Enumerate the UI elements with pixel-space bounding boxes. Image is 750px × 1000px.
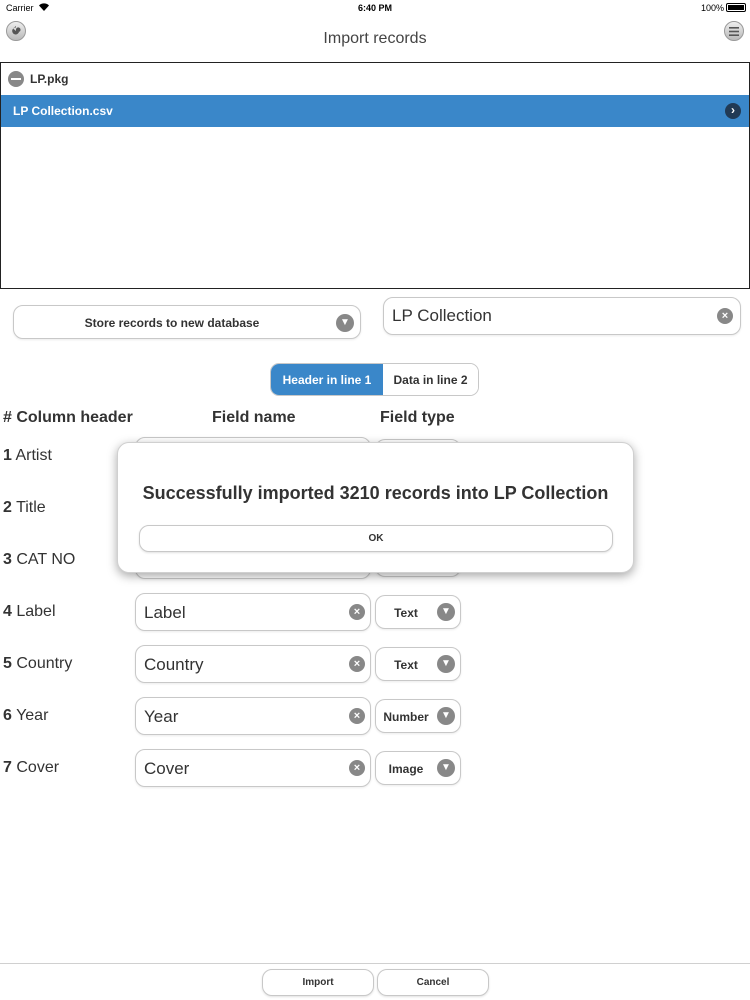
field-name-value: Label — [144, 603, 186, 622]
package-label: LP.pkg — [30, 72, 69, 86]
field-name-input[interactable]: Cover × — [135, 749, 371, 787]
menu-icon[interactable] — [724, 21, 744, 41]
column-header-label: 3 CAT NO — [3, 551, 76, 568]
mapping-row: 6 Year Year × Number ▼ — [0, 697, 750, 737]
column-header-label: 2 Title — [3, 499, 46, 516]
database-name-field[interactable]: × — [383, 297, 741, 335]
field-type-value: Text — [394, 606, 418, 620]
list-item-package[interactable]: LP.pkg — [1, 63, 749, 95]
list-item-selected-file[interactable]: LP Collection.csv › — [1, 95, 749, 127]
status-bar: Carrier 6:40 PM 100% — [0, 0, 750, 16]
store-select-label: Store records to new database — [84, 316, 260, 330]
chevron-down-icon: ▼ — [437, 759, 455, 777]
field-name-value: Year — [144, 707, 179, 726]
column-header-label: 5 Country — [3, 655, 73, 672]
chevron-down-icon: ▼ — [437, 707, 455, 725]
column-header-label: 1 Artist — [3, 447, 52, 464]
ok-button[interactable]: OK — [139, 525, 613, 552]
mapping-row: 4 Label Label × Text ▼ — [0, 593, 750, 633]
store-records-select[interactable]: Store records to new database ▼ — [13, 305, 361, 339]
file-label: LP Collection.csv — [13, 104, 113, 118]
column-header-heading: # Column header — [3, 409, 133, 426]
field-type-value: Number — [383, 710, 429, 724]
clear-icon[interactable]: × — [349, 656, 365, 672]
field-type-select[interactable]: Text ▼ — [375, 647, 461, 681]
page-title: Import records — [323, 30, 427, 47]
segment-header-in-line-1[interactable]: Header in line 1 — [271, 364, 383, 395]
column-header-label: 6 Year — [3, 707, 49, 724]
dialog-message: Successfully imported 3210 records into … — [142, 483, 609, 503]
clear-icon[interactable]: × — [717, 308, 733, 324]
battery-icon — [726, 3, 746, 12]
field-type-value: Image — [388, 762, 424, 776]
field-type-select[interactable]: Number ▼ — [375, 699, 461, 733]
field-name-input[interactable]: Country × — [135, 645, 371, 683]
cancel-button[interactable]: Cancel — [377, 969, 489, 996]
column-header-label: 7 Cover — [3, 759, 60, 776]
database-name-input[interactable] — [392, 305, 712, 327]
mapping-row: 5 Country Country × Text ▼ — [0, 645, 750, 685]
segment-data-in-line-2[interactable]: Data in line 2 — [383, 364, 478, 395]
clear-icon[interactable]: × — [349, 604, 365, 620]
field-name-input[interactable]: Year × — [135, 697, 371, 735]
field-name-input[interactable]: Label × — [135, 593, 371, 631]
mapping-row: 7 Cover Cover × Image ▼ — [0, 749, 750, 789]
battery-percent: 100% — [700, 3, 724, 13]
field-type-heading: Field type — [380, 409, 455, 426]
import-success-dialog: Successfully imported 3210 records into … — [117, 442, 634, 573]
field-name-value: Cover — [144, 759, 190, 778]
bottom-toolbar: Import Cancel — [0, 963, 750, 1000]
chevron-down-icon: ▼ — [437, 603, 455, 621]
field-name-heading: Field name — [212, 409, 296, 426]
field-type-select[interactable]: Text ▼ — [375, 595, 461, 629]
file-list: LP.pkg LP Collection.csv › — [0, 62, 750, 289]
chevron-down-icon: ▼ — [437, 655, 455, 673]
chevron-down-icon: ▼ — [336, 314, 354, 332]
field-type-value: Text — [394, 658, 418, 672]
collapse-icon[interactable] — [8, 71, 24, 87]
clock: 6:40 PM — [357, 3, 392, 13]
field-type-select[interactable]: Image ▼ — [375, 751, 461, 785]
import-button[interactable]: Import — [262, 969, 374, 996]
clear-icon[interactable]: × — [349, 760, 365, 776]
field-name-value: Country — [144, 655, 204, 674]
clear-icon[interactable]: × — [349, 708, 365, 724]
column-header-label: 4 Label — [3, 603, 56, 620]
chevron-right-icon[interactable]: › — [725, 103, 741, 119]
header-mode-segmented: Header in line 1 Data in line 2 — [270, 363, 479, 396]
